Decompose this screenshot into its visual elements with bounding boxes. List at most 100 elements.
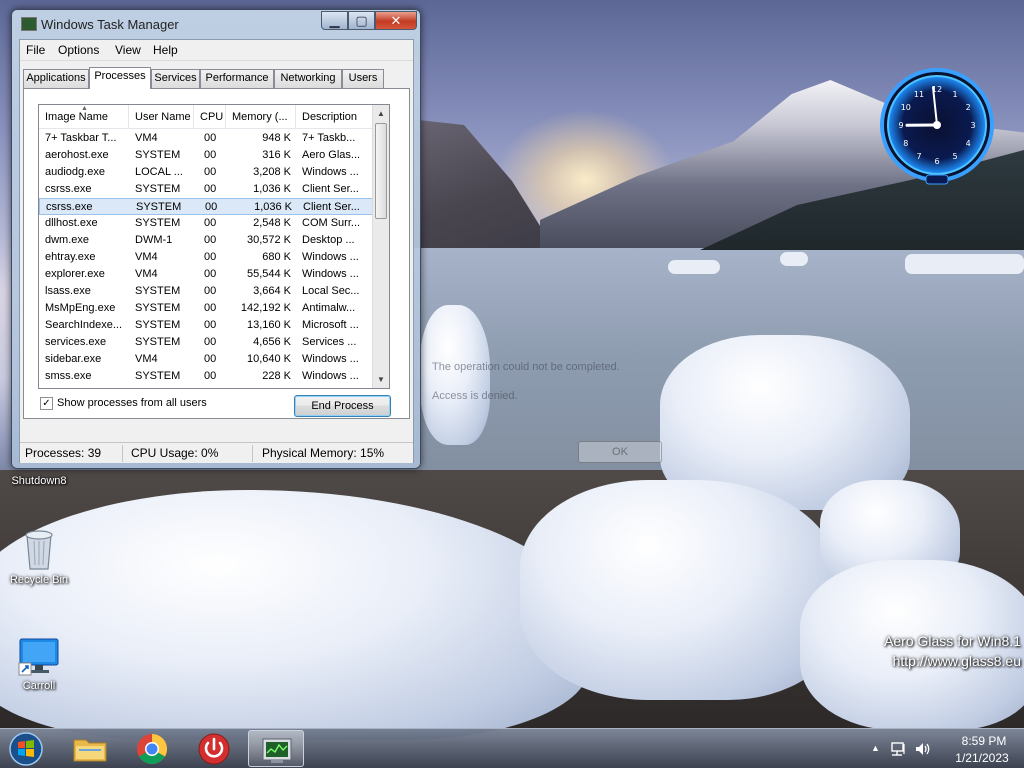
tab-networking[interactable]: Networking (274, 69, 342, 88)
process-cpu: 00 (204, 181, 224, 198)
taskbar-clock-date[interactable]: 1/21/2023 (946, 751, 1018, 765)
clock-gadget[interactable]: 121234567891011 (876, 67, 998, 185)
menu-options[interactable]: Options (58, 43, 99, 57)
menu-help[interactable]: Help (153, 43, 178, 57)
table-row[interactable]: sidebar.exeVM40010,640 KWindows ... (39, 351, 373, 368)
table-row[interactable]: dllhost.exeSYSTEM002,548 KCOM Surr... (39, 215, 373, 232)
vertical-scrollbar[interactable]: ▲ ▼ (372, 105, 389, 388)
process-cpu: 00 (204, 164, 224, 181)
end-process-button[interactable]: End Process (294, 395, 391, 417)
process-description: Antimalw... (302, 300, 368, 317)
title-bar[interactable]: Windows Task Manager ▁ ▢ ✕ (12, 10, 420, 38)
table-row[interactable]: aerohost.exeSYSTEM00316 KAero Glas... (39, 147, 373, 164)
tab-applications[interactable]: Applications (23, 69, 89, 88)
table-row[interactable]: smss.exeSYSTEM00228 KWindows ... (39, 368, 373, 385)
table-row[interactable]: lsass.exeSYSTEM003,664 KLocal Sec... (39, 283, 373, 300)
minimize-button[interactable]: ▁ (321, 11, 348, 30)
status-physical-memory: Physical Memory: 15% (262, 446, 384, 460)
table-row[interactable]: services.exeSYSTEM004,656 KServices ... (39, 334, 373, 351)
volume-icon[interactable] (914, 740, 932, 758)
process-cpu: 00 (204, 249, 224, 266)
process-description: Local Sec... (302, 283, 368, 300)
shutdown8-label: Shutdown8 (11, 475, 66, 487)
task-manager-app-icon (21, 17, 37, 31)
column-user-name[interactable]: User Name (129, 105, 194, 129)
tab-performance[interactable]: Performance (200, 69, 274, 88)
network-icon[interactable] (890, 740, 908, 758)
desktop-icon-carroll[interactable]: Carroll (2, 637, 76, 692)
tab-users[interactable]: Users (342, 69, 384, 88)
process-list[interactable]: Image Name ▲ User Name CPU Memory (... D… (38, 104, 390, 389)
column-memory[interactable]: Memory (... (226, 105, 296, 129)
table-row[interactable]: dwm.exeDWM-10030,572 KDesktop ... (39, 232, 373, 249)
desktop-icon-recycle-bin[interactable]: Recycle Bin (2, 527, 76, 586)
list-header: Image Name ▲ User Name CPU Memory (... D… (39, 105, 373, 129)
close-button[interactable]: ✕ (375, 11, 417, 30)
process-user-name: SYSTEM (135, 300, 195, 317)
table-row[interactable]: explorer.exeVM40055,544 KWindows ... (39, 266, 373, 283)
process-cpu: 00 (204, 266, 224, 283)
table-row[interactable]: csrss.exeSYSTEM001,036 KClient Ser... (39, 198, 373, 215)
process-memory: 680 K (229, 249, 291, 266)
window-title: Windows Task Manager (41, 17, 179, 32)
status-divider (122, 445, 123, 462)
tab-processes[interactable]: Processes (89, 67, 151, 89)
table-row[interactable]: csrss.exeSYSTEM001,036 KClient Ser... (39, 181, 373, 198)
table-row[interactable]: SearchIndexe...SYSTEM0013,160 KMicrosoft… (39, 317, 373, 334)
process-user-name: SYSTEM (135, 283, 195, 300)
process-description: Microsoft ... (302, 317, 368, 334)
carroll-label: Carroll (23, 680, 55, 692)
scroll-down-icon[interactable]: ▼ (373, 371, 389, 388)
clock-numeral: 1 (952, 90, 957, 99)
column-description[interactable]: Description (296, 105, 373, 129)
process-description: 7+ Taskb... (302, 130, 368, 147)
process-user-name: SYSTEM (135, 215, 195, 232)
desktop-icon-shutdown8[interactable]: Shutdown8 (2, 475, 76, 487)
task-manager-icon (249, 731, 305, 768)
show-hidden-icons-button[interactable]: ▲ (871, 743, 880, 753)
windows-start-orb[interactable] (6, 731, 46, 767)
taskbar: ▲ 8:59 PM 1/21/2023 (0, 728, 1024, 768)
taskbar-file-explorer[interactable] (62, 730, 118, 767)
process-memory: 228 K (229, 368, 291, 385)
taskbar-chrome[interactable] (124, 730, 180, 767)
system-tray: ▲ 8:59 PM 1/21/2023 (866, 729, 1024, 769)
menu-view[interactable]: View (115, 43, 141, 57)
process-cpu: 00 (204, 317, 224, 334)
maximize-button[interactable]: ▢ (348, 11, 375, 30)
scrollbar-thumb[interactable] (375, 123, 387, 219)
clock-numeral: 2 (966, 103, 971, 112)
faded-error-dialog: The operation could not be completed. Ac… (428, 305, 678, 485)
process-image-name: 7+ Taskbar T... (45, 130, 129, 147)
process-image-name: csrss.exe (45, 181, 129, 198)
taskbar-shutdown-app[interactable] (186, 730, 242, 767)
table-row[interactable]: ehtray.exeVM400680 KWindows ... (39, 249, 373, 266)
scroll-up-icon[interactable]: ▲ (373, 105, 389, 122)
menu-file[interactable]: File (26, 43, 45, 57)
status-bar: Processes: 39 CPU Usage: 0% Physical Mem… (20, 442, 413, 463)
error-ok-button[interactable]: OK (578, 441, 662, 463)
error-detail: Access is denied. (432, 390, 518, 402)
taskbar-task-manager[interactable] (248, 730, 304, 767)
process-memory: 30,572 K (229, 232, 291, 249)
process-cpu: 00 (204, 215, 224, 232)
taskbar-clock-time[interactable]: 8:59 PM (954, 734, 1014, 748)
process-memory: 4,656 K (229, 334, 291, 351)
table-row[interactable]: MsMpEng.exeSYSTEM00142,192 KAntimalw... (39, 300, 373, 317)
table-row[interactable]: audiodg.exeLOCAL ...003,208 KWindows ... (39, 164, 373, 181)
show-all-processes-label: Show processes from all users (57, 397, 207, 409)
process-image-name: dllhost.exe (45, 215, 129, 232)
process-description: Windows ... (302, 368, 368, 385)
table-row[interactable]: 7+ Taskbar T...VM400948 K7+ Taskb... (39, 130, 373, 147)
task-manager-window[interactable]: Windows Task Manager ▁ ▢ ✕ File Options … (11, 9, 421, 469)
checkbox-box[interactable]: ✓ (40, 397, 53, 410)
process-cpu: 00 (204, 351, 224, 368)
process-description: Client Ser... (303, 199, 369, 216)
column-cpu[interactable]: CPU (194, 105, 226, 129)
menu-bar: File Options View Help (20, 40, 413, 61)
clock-numeral: 4 (966, 139, 971, 148)
status-cpu-usage: CPU Usage: 0% (131, 446, 218, 460)
tab-services[interactable]: Services (151, 69, 200, 88)
process-image-name: dwm.exe (45, 232, 129, 249)
process-cpu: 00 (204, 232, 224, 249)
